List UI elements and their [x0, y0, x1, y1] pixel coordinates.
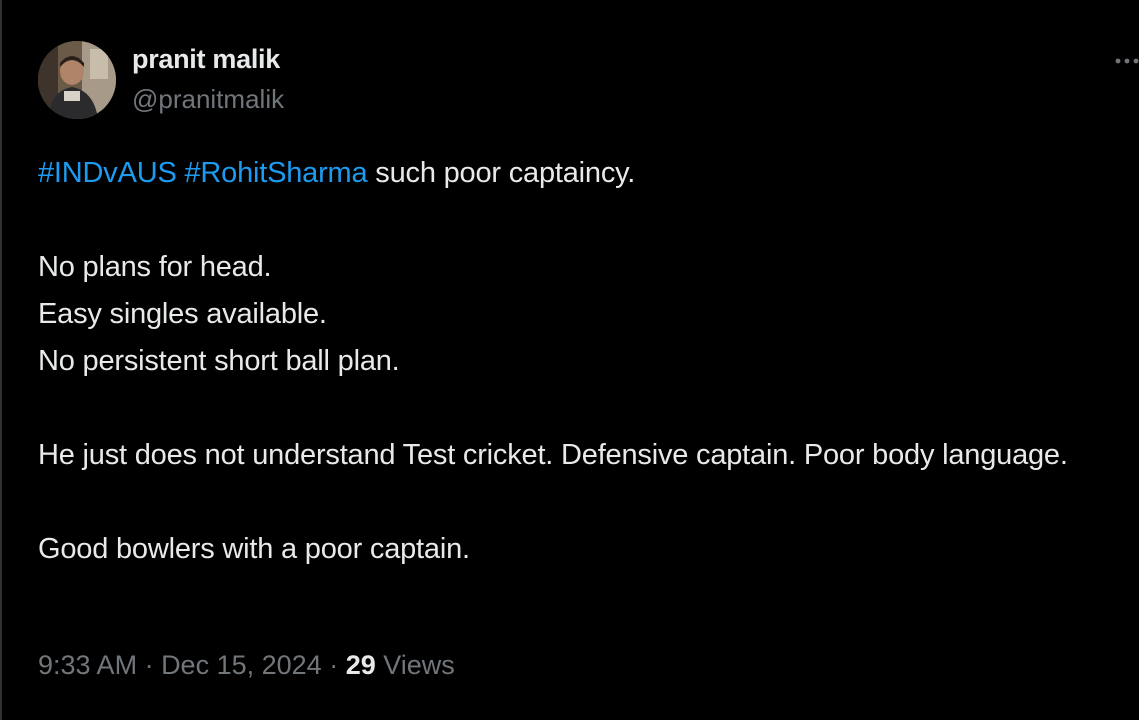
avatar-photo-icon	[38, 41, 116, 119]
tweet-line-1: #INDvAUS #RohitSharma such poor captainc…	[38, 150, 1133, 197]
views-count: 29	[345, 650, 376, 680]
tweet-date[interactable]: Dec 15, 2024	[161, 650, 322, 680]
tweet-meta: 9:33 AM · Dec 15, 2024 · 29 Views	[38, 650, 455, 681]
views-label: Views	[375, 650, 455, 680]
tweet-card: pranit malik @pranitmalik #INDvAUS #Rohi…	[0, 0, 1139, 720]
tweet-time[interactable]: 9:33 AM	[38, 650, 137, 680]
more-horizontal-icon	[1115, 58, 1139, 64]
meta-separator: ·	[321, 650, 346, 680]
tweet-line: Easy singles available.	[38, 298, 327, 330]
tweet-line: Good bowlers with a poor captain.	[38, 533, 470, 565]
meta-separator: ·	[137, 650, 162, 680]
tweet-line: No plans for head.	[38, 251, 272, 283]
hashtag-link[interactable]: #RohitSharma	[184, 157, 367, 189]
hashtag-link[interactable]: #INDvAUS	[38, 157, 177, 189]
avatar[interactable]	[38, 41, 116, 119]
user-handle[interactable]: @pranitmalik	[132, 84, 284, 115]
display-name[interactable]: pranit malik	[132, 44, 280, 75]
tweet-text: #INDvAUS #RohitSharma such poor captainc…	[38, 150, 1133, 573]
more-options-button[interactable]	[1112, 46, 1139, 76]
tweet-line-text: such poor captaincy.	[367, 157, 636, 189]
tweet-line: No persistent short ball plan.	[38, 345, 400, 377]
tweet-line: He just does not understand Test cricket…	[38, 439, 1068, 471]
